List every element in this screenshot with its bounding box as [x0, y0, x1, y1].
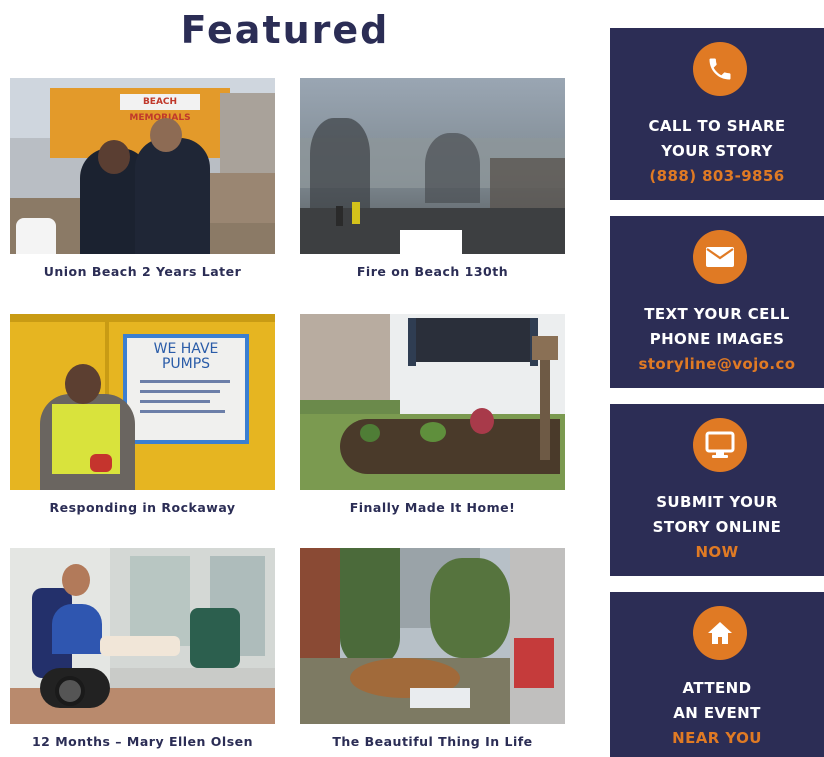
cta-text-line-1: TEXT YOUR CELL: [644, 305, 790, 323]
cta-call-line-2: YOUR STORY: [661, 142, 773, 160]
featured-image-rockaway[interactable]: WE HAVE PUMPS: [10, 314, 275, 490]
caption-rockaway[interactable]: Responding in Rockaway: [10, 500, 275, 515]
cta-submit-line-1: SUBMIT YOUR: [656, 493, 778, 511]
phone-number-link[interactable]: (888) 803-9856: [610, 164, 824, 189]
featured-card-made-it-home[interactable]: Finally Made It Home!: [300, 314, 565, 515]
memorial-sign: BEACH MEMORIALS: [120, 94, 200, 123]
featured-card-mary-ellen-olsen[interactable]: 12 Months – Mary Ellen Olsen: [10, 548, 275, 749]
cta-submit-line-2: STORY ONLINE: [652, 518, 782, 536]
phone-icon: [693, 42, 747, 96]
cta-attend-event[interactable]: ATTEND AN EVENT NEAR YOU: [610, 592, 824, 757]
featured-image-beautiful-thing[interactable]: [300, 548, 565, 724]
caption-made-it-home[interactable]: Finally Made It Home!: [300, 500, 565, 515]
featured-image-mary-ellen-olsen[interactable]: [10, 548, 275, 724]
caption-beautiful-thing[interactable]: The Beautiful Thing In Life: [300, 734, 565, 749]
submit-now-link[interactable]: NOW: [610, 540, 824, 565]
near-you-link[interactable]: NEAR YOU: [610, 726, 824, 751]
monitor-icon: [693, 418, 747, 472]
cta-attend-line-2: AN EVENT: [673, 704, 761, 722]
cta-attend-line-1: ATTEND: [682, 679, 752, 697]
featured-card-beautiful-thing[interactable]: The Beautiful Thing In Life: [300, 548, 565, 749]
caption-fire-on-beach[interactable]: Fire on Beach 130th: [300, 264, 565, 279]
caption-union-beach[interactable]: Union Beach 2 Years Later: [10, 264, 275, 279]
featured-card-fire-on-beach[interactable]: Fire on Beach 130th: [300, 78, 565, 279]
cta-submit-story[interactable]: SUBMIT YOUR STORY ONLINE NOW: [610, 404, 824, 576]
page-title: Featured: [180, 8, 390, 52]
caption-mary-ellen-olsen[interactable]: 12 Months – Mary Ellen Olsen: [10, 734, 275, 749]
cta-call-to-share[interactable]: CALL TO SHARE YOUR STORY (888) 803-9856: [610, 28, 824, 200]
cta-call-line-1: CALL TO SHARE: [648, 117, 786, 135]
home-icon: [693, 606, 747, 660]
featured-card-union-beach[interactable]: BEACH MEMORIALS Union Beach 2 Years Late…: [10, 78, 275, 279]
pumps-sign: WE HAVE PUMPS: [153, 341, 219, 372]
featured-image-union-beach[interactable]: BEACH MEMORIALS: [10, 78, 275, 254]
featured-image-made-it-home[interactable]: [300, 314, 565, 490]
cta-text-images[interactable]: TEXT YOUR CELL PHONE IMAGES storyline@vo…: [610, 216, 824, 388]
envelope-icon: [693, 230, 747, 284]
featured-card-rockaway[interactable]: WE HAVE PUMPS Responding in Rockaway: [10, 314, 275, 515]
email-link[interactable]: storyline@vojo.co: [610, 352, 824, 377]
featured-image-fire-on-beach[interactable]: [300, 78, 565, 254]
cta-text-line-2: PHONE IMAGES: [649, 330, 785, 348]
